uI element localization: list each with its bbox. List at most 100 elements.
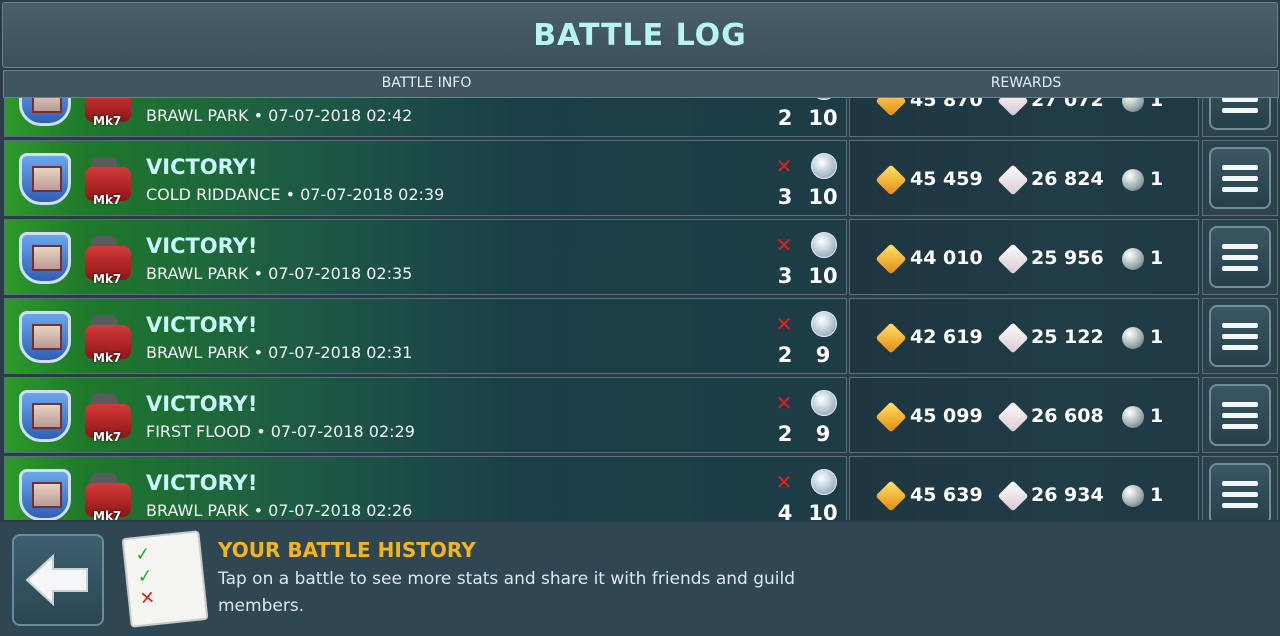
menu-cell [1202,456,1278,520]
menu-cell [1202,98,1278,137]
separator: • [253,343,264,362]
gold-reward: 44 010 [910,247,983,269]
battle-outcome: VICTORY! [146,392,258,416]
gold-icon [875,322,907,354]
battle-row[interactable]: Mk7 VICTORY! FIRST FLOOD • 07-07-2018 02… [2,377,1278,453]
gold-reward: 45 099 [910,405,983,427]
guild-shield-icon [19,469,71,520]
guild-shield-icon [19,232,71,284]
rewards-cell: 45 099 26 608 1 [849,377,1199,453]
battle-outcome: VICTORY! [146,155,258,179]
battle-row[interactable]: Mk7 VICTORY! BRAWL PARK • 07-07-2018 02:… [2,219,1278,295]
checklist-icon: ✓ ✓ ✕ [121,530,209,628]
rewards-cell: 45 870 27 072 1 [849,98,1199,137]
gold-icon [875,401,907,433]
pearl-reward: 1 [1150,326,1164,348]
gem-icon [997,401,1029,433]
battle-info-cell[interactable]: Mk7 VICTORY! FIRST FLOOD • 07-07-2018 02… [4,377,847,453]
pearl-icon [1122,406,1144,428]
menu-cell [1202,298,1278,374]
stat-value: 9 [815,343,831,367]
row-menu-button[interactable] [1209,384,1271,446]
pearl-icon [1122,485,1144,507]
map-name: COLD RIDDANCE [146,185,281,204]
battle-outcome: VICTORY! [146,234,258,258]
rewards-cell: 45 639 26 934 1 [849,456,1199,520]
stat-value: 10 [808,264,838,288]
row-menu-button[interactable] [1209,226,1271,288]
tank-icon: Mk7 [83,392,133,444]
row-menu-button[interactable] [1209,98,1271,130]
row-menu-button[interactable] [1209,305,1271,367]
map-name: BRAWL PARK [146,264,249,283]
stat-value: 10 [808,185,838,209]
gem-reward: 25 956 [1031,247,1104,269]
pearl-reward: 1 [1150,405,1164,427]
battle-row[interactable]: Mk7 VICTORY! COLD RIDDANCE • 07-07-2018 … [2,140,1278,216]
pearl-reward: 1 [1150,98,1164,111]
battle-list[interactable]: Mk7 BRAWL PARK • 07-07-2018 02:42 ✕ 2 10… [2,98,1278,520]
battle-row[interactable]: Mk7 VICTORY! BRAWL PARK • 07-07-2018 02:… [2,298,1278,374]
gold-icon [875,480,907,512]
map-name: FIRST FLOOD [146,422,252,441]
kills-value: 2 [777,343,793,367]
tank-icon: Mk7 [83,471,133,520]
footer-description: Tap on a battle to see more stats and sh… [218,569,796,616]
stat-value: 10 [808,106,838,130]
gem-reward: 26 934 [1031,484,1104,506]
gem-reward: 26 608 [1031,405,1104,427]
gem-icon [997,480,1029,512]
kills-icon: ✕ [775,233,793,257]
tank-label: Mk7 [93,114,122,128]
guild-shield-icon [19,153,71,205]
rewards-cell: 44 010 25 956 1 [849,219,1199,295]
gem-icon [997,243,1029,275]
separator: • [253,501,264,520]
gem-icon [997,98,1029,117]
footer-title: YOUR BATTLE HISTORY [218,538,476,562]
pearl-icon [1122,327,1144,349]
battle-row[interactable]: Mk7 BRAWL PARK • 07-07-2018 02:42 ✕ 2 10… [2,98,1278,137]
battle-info-cell[interactable]: Mk7 VICTORY! COLD RIDDANCE • 07-07-2018 … [4,140,847,216]
pearl-reward: 1 [1150,168,1164,190]
menu-cell [1202,377,1278,453]
pearl-reward: 1 [1150,484,1164,506]
kills-icon: ✕ [775,391,793,415]
battle-datetime: 07-07-2018 02:35 [268,264,413,283]
battle-info-cell[interactable]: Mk7 VICTORY! BRAWL PARK • 07-07-2018 02:… [4,219,847,295]
tank-icon: Mk7 [83,155,133,207]
battle-row[interactable]: Mk7 VICTORY! BRAWL PARK • 07-07-2018 02:… [2,456,1278,520]
separator: • [285,185,296,204]
separator: • [253,264,264,283]
battle-info-cell[interactable]: Mk7 VICTORY! BRAWL PARK • 07-07-2018 02:… [4,456,847,520]
gem-icon [997,322,1029,354]
battle-datetime: 07-07-2018 02:26 [268,501,413,520]
menu-cell [1202,219,1278,295]
battle-datetime: 07-07-2018 02:31 [268,343,413,362]
gem-icon [997,164,1029,196]
map-name: BRAWL PARK [146,501,249,520]
tank-label: Mk7 [93,430,122,444]
battle-meta: FIRST FLOOD • 07-07-2018 02:29 [146,422,415,441]
gold-reward: 45 459 [910,168,983,190]
tank-label: Mk7 [93,509,122,520]
separator: • [256,422,266,441]
row-menu-button[interactable] [1209,463,1271,520]
battle-info-cell[interactable]: Mk7 VICTORY! BRAWL PARK • 07-07-2018 02:… [4,298,847,374]
gold-icon [875,98,907,117]
tank-icon: Mk7 [83,98,133,128]
battle-info-cell[interactable]: Mk7 BRAWL PARK • 07-07-2018 02:42 ✕ 2 10 [4,98,847,137]
coin-icon [811,469,837,495]
column-header: BATTLE INFO REWARDS [3,70,1279,98]
tank-icon: Mk7 [83,313,133,365]
row-menu-button[interactable] [1209,147,1271,209]
gem-reward: 27 072 [1031,98,1104,111]
column-battle-info: BATTLE INFO [381,75,472,91]
battle-meta: BRAWL PARK • 07-07-2018 02:42 [146,106,412,125]
tank-icon: Mk7 [83,234,133,286]
back-button[interactable] [12,534,104,626]
tank-label: Mk7 [93,351,122,365]
gold-reward: 42 619 [910,326,983,348]
footer: ✓ ✓ ✕ YOUR BATTLE HISTORY Tap on a battl… [0,522,1280,636]
title-bar: BATTLE LOG [2,2,1278,68]
